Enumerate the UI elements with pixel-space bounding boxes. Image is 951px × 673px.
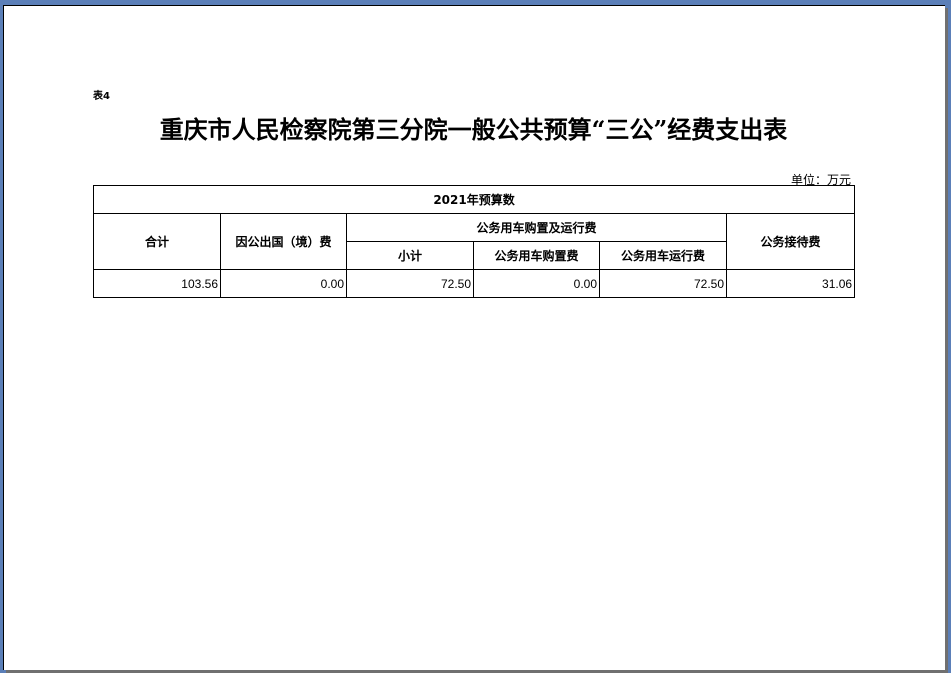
- cell-abroad: 0.00: [220, 269, 347, 298]
- header-reception: 公务接待费: [725, 213, 856, 270]
- header-vehicle-group: 公务用车购置及运行费: [346, 213, 727, 242]
- table-row: 103.56 0.00 72.50 0.00 72.50 31.06: [93, 269, 856, 298]
- print-preview-page: [3, 5, 945, 670]
- header-vehicle-operation: 公务用车运行费: [599, 241, 727, 270]
- table-number: 表4: [93, 91, 110, 102]
- window-frame: [0, 0, 951, 673]
- document-title: 重庆市人民检察院第三分院一般公共预算“三公”经费支出表: [159, 115, 788, 144]
- cell-vehicle-operation: 72.50: [599, 269, 727, 298]
- header-abroad: 因公出国（境）费: [220, 213, 347, 270]
- cell-total: 103.56: [93, 269, 221, 298]
- cell-reception: 31.06: [725, 269, 856, 298]
- cell-vehicle-purchase: 0.00: [473, 269, 600, 298]
- header-vehicle-subtotal: 小计: [346, 241, 474, 270]
- budget-table: 2021年预算数 合计 因公出国（境）费 公务用车购置及运行费 公务接待费 小计…: [92, 185, 856, 298]
- table-header-row-1: 2021年预算数: [92, 185, 856, 214]
- table-header-row-2: 合计 因公出国（境）费 公务用车购置及运行费 公务接待费: [93, 213, 856, 270]
- header-total: 合计: [93, 213, 221, 270]
- cell-vehicle-subtotal: 72.50: [346, 269, 474, 298]
- header-vehicle-purchase: 公务用车购置费: [473, 241, 600, 270]
- group-header-cell: 2021年预算数: [92, 185, 856, 214]
